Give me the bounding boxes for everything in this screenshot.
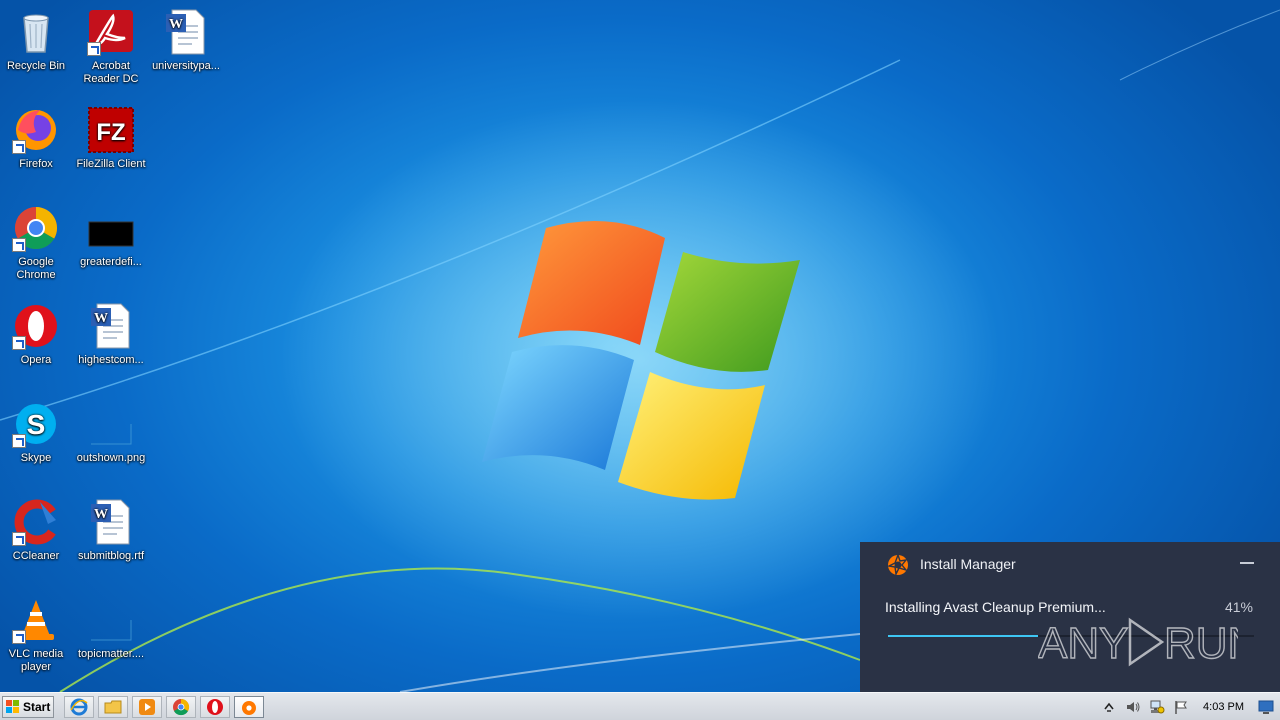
chrome-icon <box>173 698 190 716</box>
desktop-icon-label: outshown.png <box>76 452 146 464</box>
windows-logo <box>482 220 800 500</box>
install-manager-title: Install Manager <box>920 556 1016 572</box>
desktop-icon-acrobat[interactable]: Acrobat Reader DC <box>73 8 149 86</box>
filezilla-icon: FZ <box>88 107 134 153</box>
desktop-icon-outshown[interactable]: outshown.png <box>73 400 149 465</box>
taskbar-avast-installer[interactable] <box>234 696 264 718</box>
desktop-icon-opera[interactable]: Opera <box>0 302 74 367</box>
svg-text:W: W <box>169 17 183 32</box>
show-desktop-icon <box>1258 700 1274 714</box>
avast-installer-icon <box>242 701 256 715</box>
shortcut-arrow-icon <box>12 630 26 644</box>
desktop-icon-greaterdefi[interactable]: greaterdefi... <box>73 204 149 269</box>
action-center-flag-icon[interactable] <box>1173 699 1189 715</box>
taskbar-file-explorer[interactable] <box>98 696 128 718</box>
desktop-icon-highestcom[interactable]: W highestcom... <box>73 302 149 367</box>
start-label: Start <box>23 700 51 714</box>
volume-icon[interactable] <box>1125 699 1141 715</box>
svg-text:W: W <box>94 507 108 522</box>
desktop-icon-filezilla[interactable]: FZ FileZilla Client <box>73 106 149 171</box>
svg-text:W: W <box>94 311 108 326</box>
png-file-icon <box>91 424 132 445</box>
desktop-icon-label: FileZilla Client <box>76 158 146 170</box>
windows-start-icon <box>6 700 19 713</box>
desktop-icon-label: Acrobat Reader DC <box>83 60 139 85</box>
taskbar: Start 4:03 PM <box>0 692 1280 720</box>
shortcut-arrow-icon <box>12 336 26 350</box>
taskbar-chrome[interactable] <box>166 696 196 718</box>
show-hidden-icons-arrow[interactable] <box>1101 699 1117 715</box>
start-button[interactable]: Start <box>2 696 54 718</box>
shortcut-arrow-icon <box>12 434 26 448</box>
desktop-icon-topicmatter[interactable]: topicmatter.... <box>73 596 149 661</box>
taskbar-clock[interactable]: 4:03 PM <box>1203 701 1244 713</box>
show-desktop-button[interactable] <box>1258 699 1274 715</box>
svg-text:FZ: FZ <box>96 119 125 146</box>
desktop-icon-google-chrome[interactable]: Google Chrome <box>0 204 74 282</box>
minimize-button[interactable] <box>1240 562 1254 564</box>
desktop-icon-submitblog[interactable]: W submitblog.rtf <box>73 498 149 563</box>
svg-text:RUN: RUN <box>1164 619 1238 668</box>
system-tray: 4:03 PM <box>1097 693 1280 720</box>
desktop-icon-vlc[interactable]: VLC media player <box>0 596 74 674</box>
avast-logo-icon <box>886 552 908 576</box>
desktop-icon-firefox[interactable]: Firefox <box>0 106 74 171</box>
anyrun-watermark: ANY RUN <box>1038 617 1238 669</box>
desktop-icon-universitypa[interactable]: W universitypa... <box>148 8 224 73</box>
shortcut-arrow-icon <box>12 238 26 252</box>
install-progress-fill <box>888 635 1039 637</box>
install-manager-window: Install Manager Installing Avast Cleanup… <box>860 542 1280 692</box>
shortcut-arrow-icon <box>12 140 26 154</box>
recycle-bin-icon <box>23 14 49 53</box>
desktop-icon-label: highestcom... <box>78 354 144 366</box>
word-document-icon: W <box>91 499 130 545</box>
svg-text:ANY: ANY <box>1038 619 1128 668</box>
word-document-icon: W <box>91 303 130 349</box>
desktop-icon-label: submitblog.rtf <box>77 550 145 562</box>
shortcut-arrow-icon <box>87 42 101 56</box>
desktop-icon-label: Firefox <box>19 158 53 170</box>
internet-explorer-icon <box>70 698 88 716</box>
desktop-icon-label: CCleaner <box>12 550 60 562</box>
network-icon[interactable] <box>1149 699 1165 715</box>
desktop-icon-label: Skype <box>20 452 52 464</box>
desktop-icon-label: VLC media player <box>8 648 64 673</box>
media-player-icon <box>139 699 155 715</box>
shortcut-arrow-icon <box>12 532 26 546</box>
desktop-icon-skype[interactable]: S Skype <box>0 400 74 465</box>
desktop-icon-label: Google Chrome <box>16 256 56 281</box>
desktop-icon-label: greaterdefi... <box>80 256 142 268</box>
opera-icon <box>207 699 223 715</box>
desktop-icon-label: universitypa... <box>152 60 220 72</box>
black-image-icon <box>88 221 134 247</box>
word-document-icon: W <box>166 9 205 55</box>
desktop-icon-label: Recycle Bin <box>6 60 66 72</box>
taskbar-media-player[interactable] <box>132 696 162 718</box>
taskbar-opera[interactable] <box>200 696 230 718</box>
desktop-icon-ccleaner[interactable]: CCleaner <box>0 498 74 563</box>
desktop-icon-label: Opera <box>20 354 52 366</box>
png-file-icon <box>91 620 132 641</box>
taskbar-internet-explorer[interactable] <box>64 696 94 718</box>
desktop-icon-label: topicmatter.... <box>77 648 145 660</box>
install-manager-titlebar: Install Manager <box>886 552 1016 576</box>
file-explorer-icon <box>104 700 122 714</box>
desktop-icon-recycle-bin[interactable]: Recycle Bin <box>0 8 74 73</box>
svg-text:S: S <box>27 409 46 440</box>
